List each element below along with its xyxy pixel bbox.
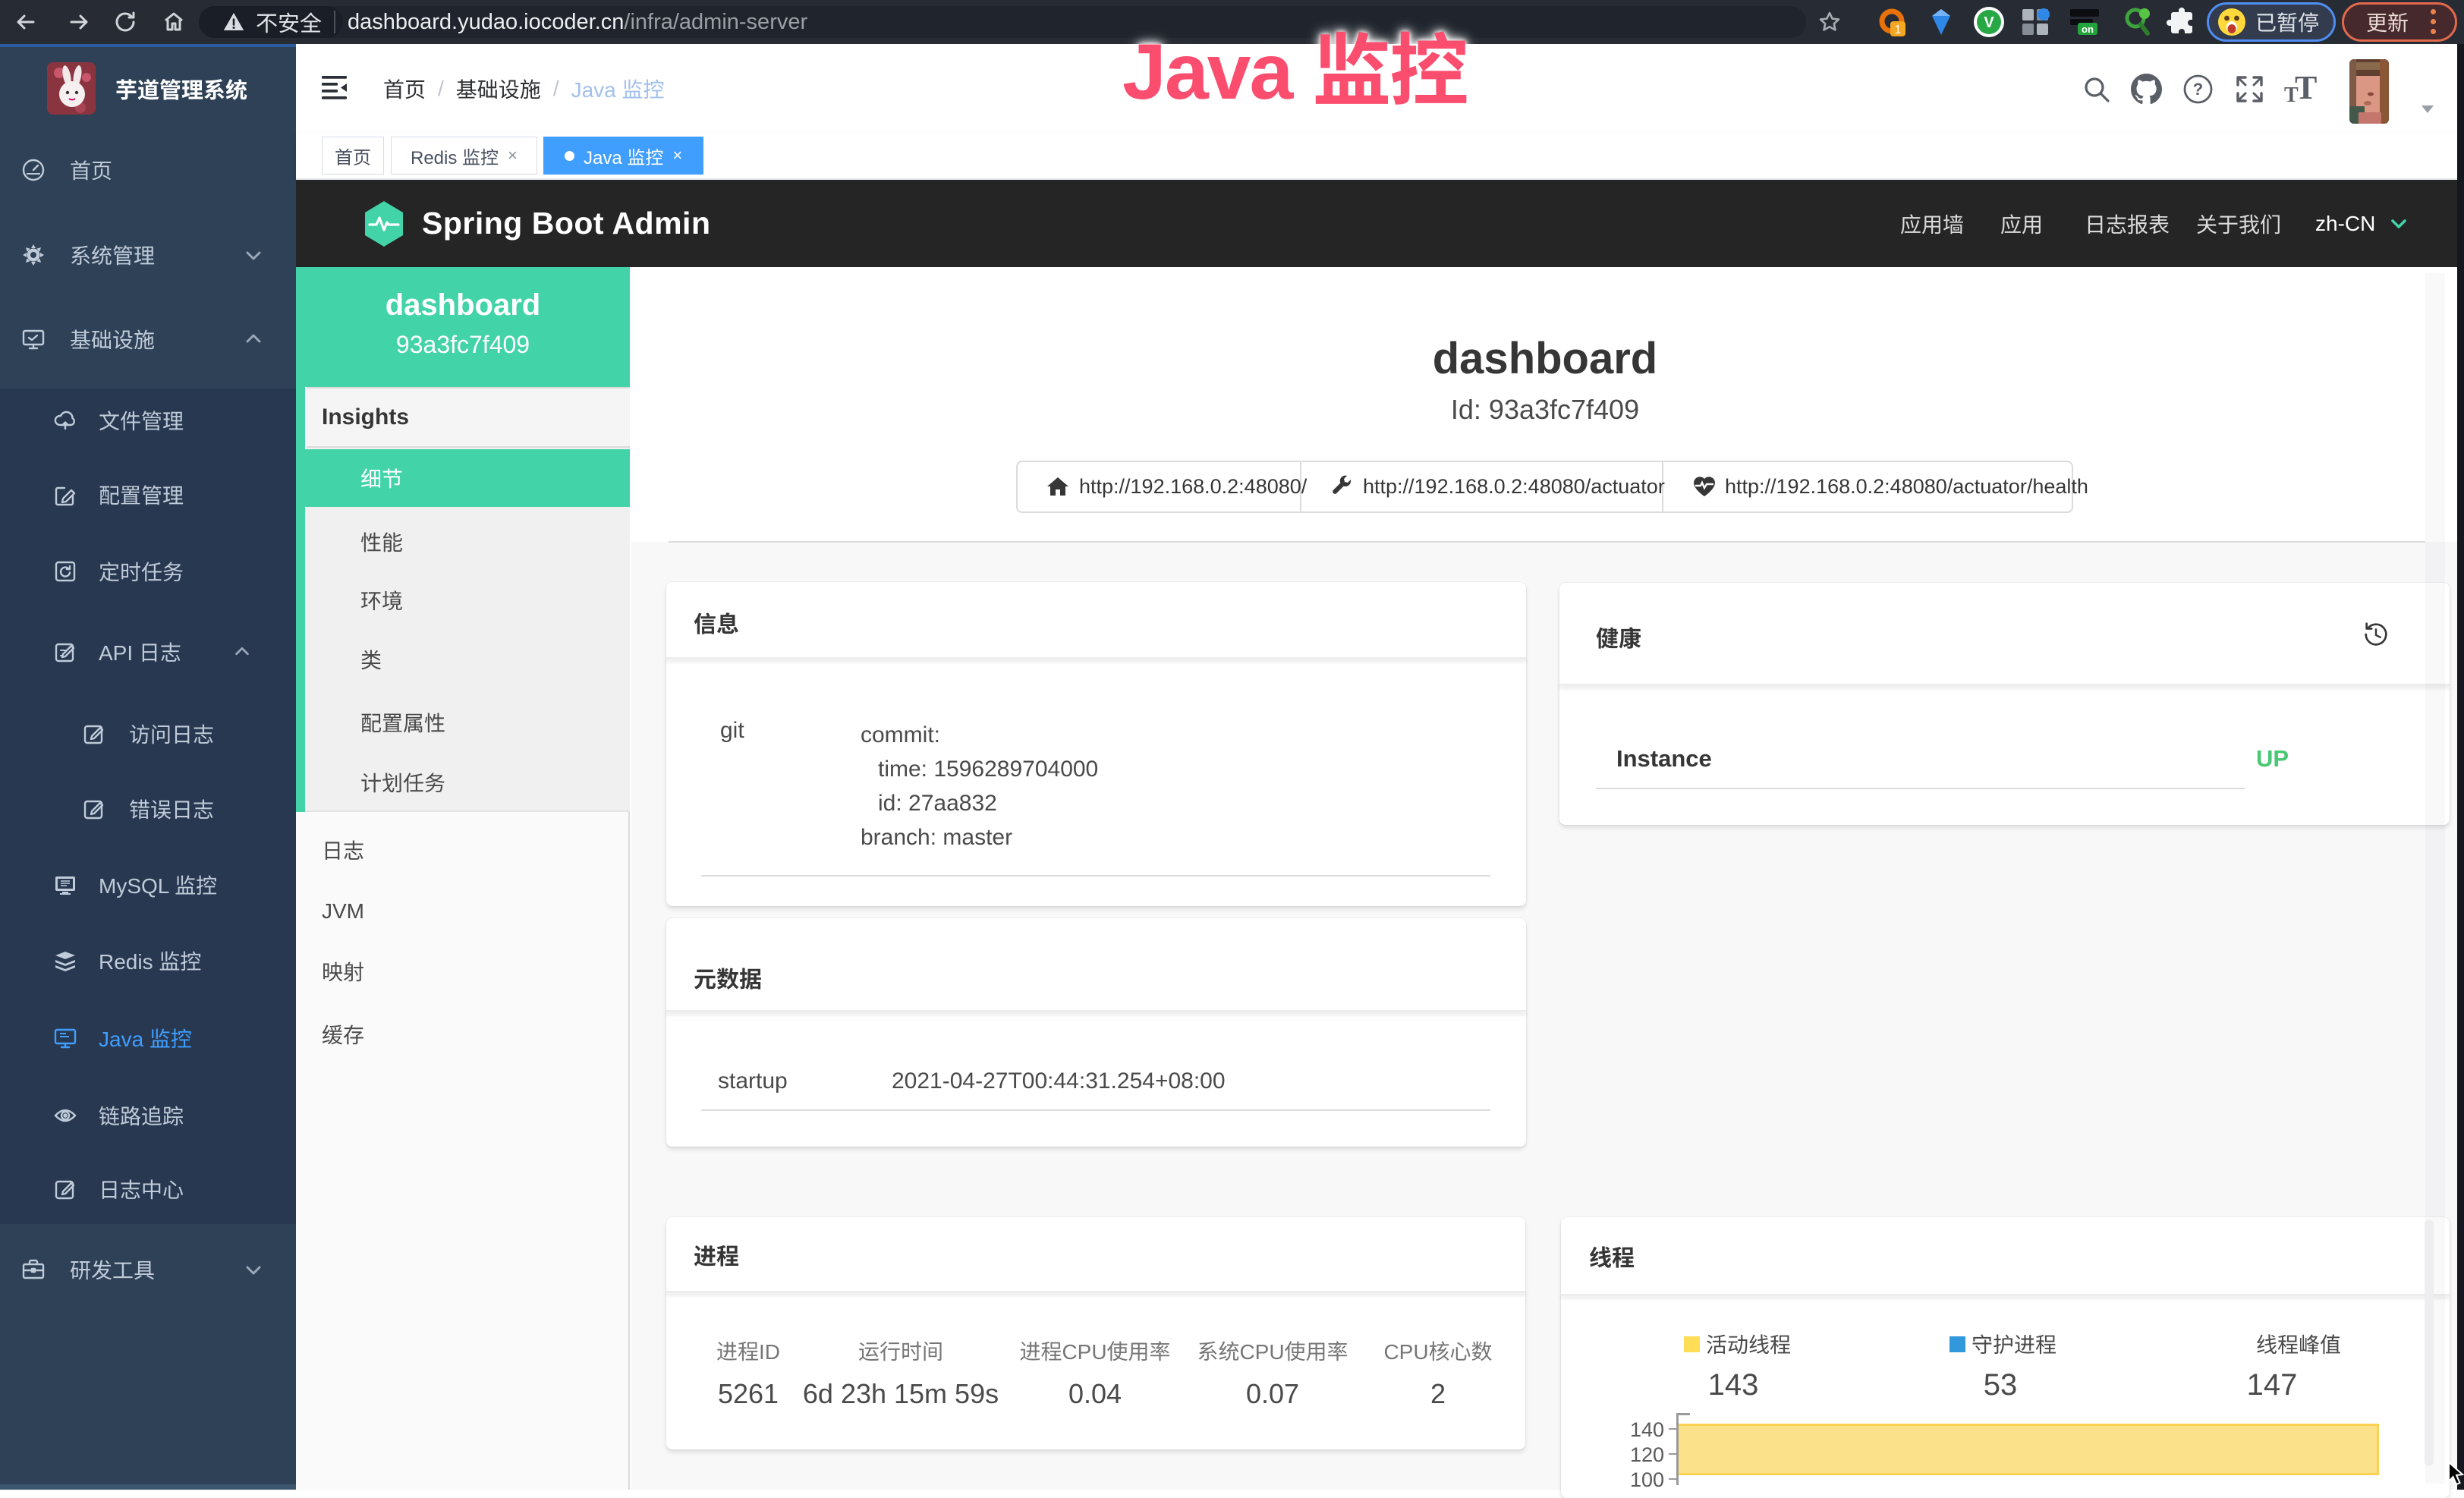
svg-text:V: V	[1984, 14, 1994, 31]
svg-text:1: 1	[1895, 24, 1902, 36]
svg-text:on: on	[2082, 24, 2094, 35]
svg-text:?: ?	[2193, 80, 2203, 99]
